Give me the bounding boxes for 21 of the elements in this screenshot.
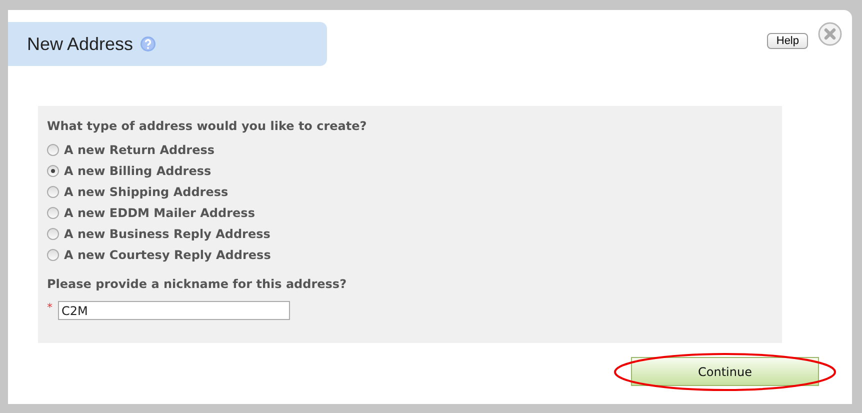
nickname-field[interactable]: C2M xyxy=(58,301,290,320)
option-label[interactable]: A new Courtesy Reply Address xyxy=(64,248,271,262)
radio-button[interactable] xyxy=(47,228,59,240)
option-label[interactable]: A new Business Reply Address xyxy=(64,227,270,241)
dialog-title: New Address xyxy=(27,34,134,54)
radio-button[interactable] xyxy=(47,165,59,177)
help-button[interactable]: Help xyxy=(767,33,808,49)
help-icon[interactable] xyxy=(140,36,156,52)
radio-button[interactable] xyxy=(47,144,59,156)
continue-button[interactable]: Continue xyxy=(631,357,819,386)
option-label[interactable]: A new Shipping Address xyxy=(64,185,228,199)
radio-button[interactable] xyxy=(47,249,59,261)
option-label[interactable]: A new EDDM Mailer Address xyxy=(64,206,255,220)
option-label[interactable]: A new Return Address xyxy=(64,143,215,157)
option-label[interactable]: A new Billing Address xyxy=(64,164,212,178)
required-mark: * xyxy=(47,301,52,314)
close-icon[interactable] xyxy=(818,22,842,46)
radio-button[interactable] xyxy=(47,186,59,198)
question-label: What type of address would you like to create? xyxy=(47,119,368,133)
radio-button[interactable] xyxy=(47,207,59,219)
question-label: Please provide a nickname for this address? xyxy=(47,277,348,291)
